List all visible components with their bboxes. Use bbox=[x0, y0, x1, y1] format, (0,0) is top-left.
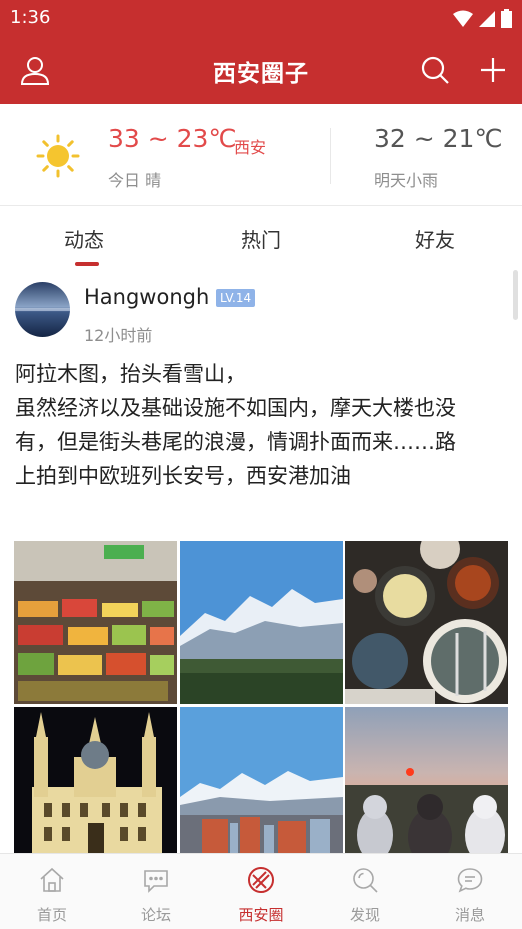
xian-circle-icon bbox=[248, 867, 274, 893]
add-button[interactable] bbox=[475, 52, 511, 88]
city-label: 西安 bbox=[234, 138, 267, 157]
tomorrow-description: 明天小雨 bbox=[374, 171, 439, 190]
market-photo[interactable] bbox=[14, 541, 177, 704]
cathedral-photo[interactable] bbox=[14, 707, 177, 853]
nav-discover-label: 发现 bbox=[349, 906, 380, 924]
post-content: 阿拉木图，抬头看雪山， 虽然经济以及基础设施不如国内，摩天大楼也没 有，但是街头… bbox=[15, 357, 511, 493]
wifi-icon bbox=[453, 10, 473, 27]
status-icons bbox=[453, 9, 512, 28]
feed-post[interactable]: Hangwongh LV.14 12小时前 阿拉木图，抬头看雪山， 虽然经济以及… bbox=[0, 267, 522, 853]
snow-mountain-photo[interactable] bbox=[180, 541, 343, 704]
discover-icon bbox=[353, 868, 378, 893]
status-bar: 1:36 bbox=[0, 0, 522, 36]
forum-icon bbox=[144, 870, 168, 893]
food-photo[interactable] bbox=[345, 541, 508, 704]
battery-icon bbox=[501, 9, 512, 28]
weather-divider bbox=[330, 128, 331, 184]
tab-friends[interactable]: 好友 bbox=[415, 224, 455, 253]
nav-message[interactable]: 消息 bbox=[418, 854, 522, 929]
post-line: 虽然经济以及基础设施不如国内，摩天大楼也没 bbox=[15, 396, 456, 420]
city-mountain-photo[interactable] bbox=[180, 707, 343, 853]
home-icon bbox=[40, 867, 64, 892]
active-tab-indicator bbox=[75, 262, 99, 266]
search-button[interactable] bbox=[417, 52, 453, 88]
plus-icon bbox=[481, 58, 505, 82]
signal-icon bbox=[479, 10, 495, 27]
sunset-photo[interactable] bbox=[345, 707, 508, 853]
avatar[interactable] bbox=[15, 282, 70, 337]
post-time: 12小时前 bbox=[84, 326, 153, 345]
nav-discover[interactable]: 发现 bbox=[313, 854, 417, 929]
nav-forum-label: 论坛 bbox=[140, 906, 171, 924]
app-bar: 西安圈子 bbox=[0, 36, 522, 104]
today-temperature: 33 ~ 23℃ bbox=[108, 124, 237, 153]
nav-forum[interactable]: 论坛 bbox=[104, 854, 208, 929]
username[interactable]: Hangwongh bbox=[84, 285, 209, 309]
tomorrow-temperature: 32 ~ 21℃ bbox=[374, 124, 503, 153]
level-badge: LV.14 bbox=[216, 289, 256, 307]
tab-dynamic[interactable]: 动态 bbox=[64, 224, 104, 253]
message-icon bbox=[457, 868, 483, 893]
status-time: 1:36 bbox=[10, 7, 51, 28]
nav-home[interactable]: 首页 bbox=[0, 854, 104, 929]
nav-message-label: 消息 bbox=[454, 906, 485, 924]
today-description: 今日 晴 bbox=[108, 171, 162, 190]
bottom-navigation: 首页 论坛 西安圈 发现 消息 bbox=[0, 853, 522, 929]
nav-xian-circle[interactable]: 西安圈 bbox=[209, 854, 313, 929]
weather-panel[interactable]: 33 ~ 23℃ 西安 今日 晴 32 ~ 21℃ 明天小雨 bbox=[0, 104, 522, 206]
nav-home-label: 首页 bbox=[36, 906, 67, 924]
post-line: 有，但是街头巷尾的浪漫，情调扑面而来……路 bbox=[15, 430, 456, 454]
nav-xian-circle-label: 西安圈 bbox=[238, 906, 284, 924]
tab-hot[interactable]: 热门 bbox=[241, 224, 281, 253]
scrollbar[interactable] bbox=[513, 270, 518, 320]
post-line: 上拍到中欧班列长安号，西安港加油 bbox=[15, 464, 351, 488]
feed-tabs: 动态 热门 好友 bbox=[0, 207, 522, 267]
sunny-icon bbox=[36, 134, 80, 178]
post-line: 阿拉木图，抬头看雪山， bbox=[15, 362, 246, 386]
search-icon bbox=[421, 56, 449, 84]
